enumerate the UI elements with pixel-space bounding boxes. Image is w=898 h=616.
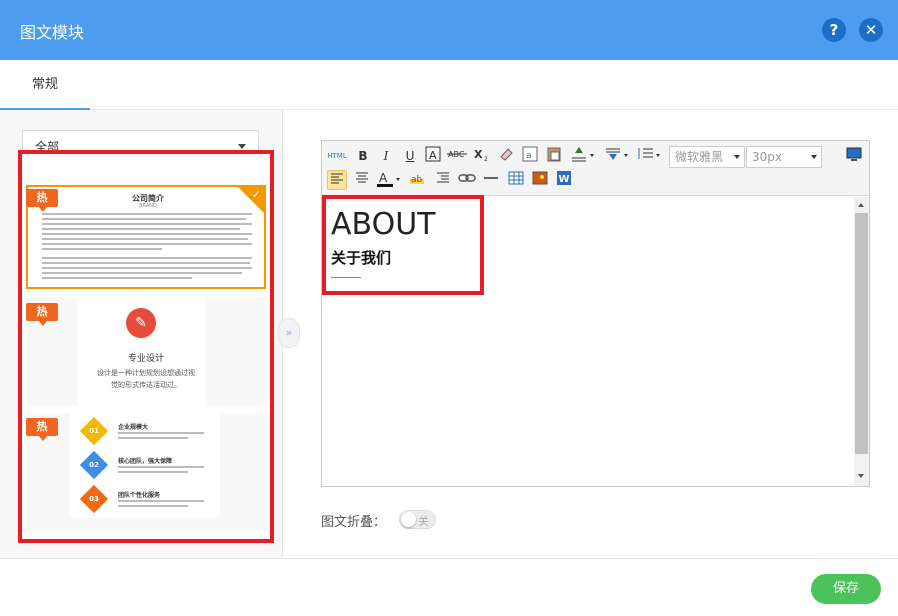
font-family-select[interactable]: 微软雅黑 (669, 146, 745, 168)
svg-text:A: A (429, 149, 437, 162)
template-panel: 全部 ✓ 公司简介 BRAND 热 ✎ 专业设计 设计是一种计划规划设想通过视 … (0, 110, 283, 558)
scroll-down-icon[interactable] (858, 474, 864, 478)
horizontal-rule-icon[interactable] (481, 170, 501, 190)
feature-number: 02 (89, 461, 99, 469)
close-icon[interactable]: ✕ (859, 18, 883, 42)
editor-toolbar: HTML B I U A ABC X2 a 微软雅黑 30px A ab W (322, 141, 869, 196)
fullscreen-icon[interactable] (844, 146, 864, 166)
window-title: 图文模块 (20, 23, 85, 42)
svg-text:ab: ab (411, 175, 423, 185)
align-left-icon[interactable] (327, 170, 347, 190)
save-button[interactable]: 保存 (811, 574, 881, 604)
fold-toggle[interactable]: 关 (399, 510, 436, 529)
font-color-icon[interactable]: A (376, 170, 400, 190)
feature-title: 团队个性化服务 (118, 492, 161, 499)
paragraph-spacing-icon[interactable] (570, 146, 594, 166)
text-line (42, 267, 252, 269)
template-list: ✓ 公司简介 BRAND 热 ✎ 专业设计 设计是一种计划规划设想通过视 觉的形… (18, 150, 274, 543)
hot-badge: 热 (26, 303, 58, 326)
table-icon[interactable] (506, 170, 526, 190)
word-import-icon[interactable]: W (554, 170, 574, 190)
text-line (118, 500, 204, 502)
feature-title: 核心团队，强大保障 (118, 458, 173, 465)
feature-number: 03 (89, 495, 99, 503)
line-height-icon[interactable] (636, 146, 660, 166)
row-spacing-top-icon[interactable] (604, 146, 628, 166)
highlight-frame (322, 195, 484, 295)
tab-general[interactable]: 常规 (0, 60, 90, 110)
text-line (42, 277, 192, 279)
template-title: 专业设计 (127, 354, 164, 364)
hot-badge: 热 (26, 418, 58, 441)
text-line (42, 213, 252, 215)
template-item-design[interactable]: ✎ 专业设计 设计是一种计划规划设想通过视 觉的形式传达活动过。 (26, 298, 266, 406)
underline-button[interactable]: U (400, 146, 420, 166)
edit-icon: ✎ (126, 308, 156, 338)
eraser-icon[interactable] (496, 146, 516, 166)
svg-text:2: 2 (484, 156, 488, 162)
bold-button[interactable]: B (353, 146, 373, 166)
tab-bar: 常规 (0, 60, 898, 110)
html-source-button[interactable]: HTML (327, 146, 347, 166)
font-border-icon[interactable]: A (423, 146, 443, 166)
text-line (42, 228, 240, 230)
text-line (42, 272, 242, 274)
text-line (42, 238, 248, 240)
text-line (118, 432, 204, 434)
template-item-features[interactable]: 01 企业规模大 02 核心团队，强大保障 03 团队个性化服务 (26, 413, 266, 531)
rich-text-editor: HTML B I U A ABC X2 a 微软雅黑 30px A ab W A… (321, 140, 870, 487)
chevron-down-icon (238, 144, 246, 149)
feature-number: 01 (89, 427, 99, 435)
text-line (118, 437, 188, 439)
editor-scrollbar-thumb[interactable] (855, 213, 868, 454)
toggle-knob (401, 512, 416, 527)
font-size-select[interactable]: 30px (746, 146, 822, 168)
highlight-icon[interactable]: ab (408, 170, 428, 190)
feature-title: 企业规模大 (118, 424, 149, 431)
template-desc: 觉的形式传达活动过。 (111, 381, 181, 389)
collapse-panel-button[interactable]: » (278, 318, 300, 348)
help-icon[interactable]: ? (822, 18, 846, 42)
template-desc: 设计是一种计划规划设想通过视 (97, 369, 195, 377)
text-line (42, 257, 252, 259)
link-icon[interactable] (457, 170, 477, 190)
chevron-down-icon (734, 155, 740, 159)
text-line (42, 223, 252, 225)
title-bar: 图文模块 ? ✕ (0, 0, 898, 60)
italic-button[interactable]: I (376, 146, 396, 166)
svg-text:A: A (379, 171, 388, 185)
align-center-icon[interactable] (352, 170, 372, 190)
svg-text:X: X (474, 148, 483, 161)
fold-label: 图文折叠： (321, 515, 387, 530)
text-line (42, 243, 252, 245)
svg-text:a: a (526, 151, 532, 161)
chevron-down-icon (811, 155, 817, 159)
hot-badge: 热 (26, 189, 58, 212)
text-line (42, 262, 250, 264)
subscript-icon[interactable]: X2 (472, 146, 492, 166)
strikethrough-icon[interactable]: ABC (447, 146, 467, 166)
text-line (118, 505, 188, 507)
scroll-up-icon[interactable] (858, 203, 864, 207)
toggle-state: 关 (418, 515, 429, 528)
auto-type-icon[interactable]: a (520, 146, 540, 166)
text-line (118, 466, 204, 468)
indent-icon[interactable] (433, 170, 453, 190)
text-line (42, 233, 252, 235)
font-family-value: 微软雅黑 (675, 150, 724, 164)
paste-plain-icon[interactable] (544, 146, 564, 166)
font-size-value: 30px (752, 150, 782, 164)
text-line (42, 248, 162, 250)
text-line (118, 471, 188, 473)
template-subtitle: BRAND (139, 203, 157, 209)
image-icon[interactable] (530, 170, 550, 190)
text-line (42, 218, 246, 220)
template-item-company-intro[interactable]: ✓ 公司简介 BRAND (26, 185, 266, 289)
word-icon-letter: W (559, 174, 570, 185)
footer: 保存 (0, 558, 898, 616)
